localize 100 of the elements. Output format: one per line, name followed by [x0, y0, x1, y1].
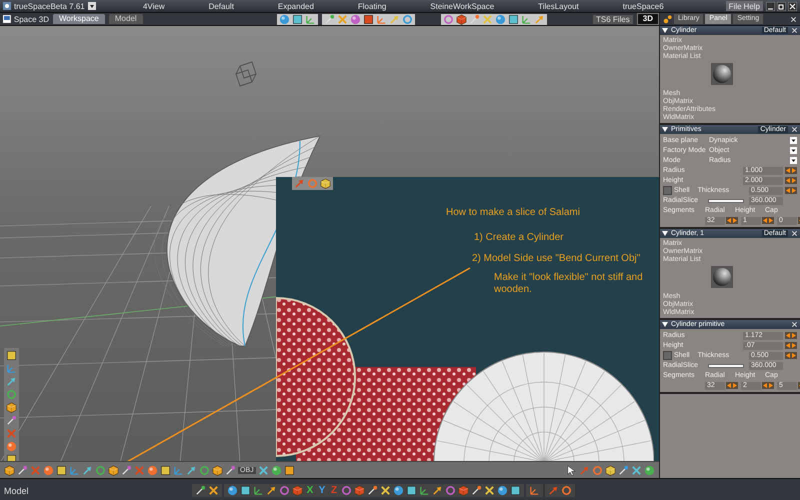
- cube-icon[interactable]: [292, 485, 303, 496]
- axis-button[interactable]: X: [305, 485, 315, 496]
- nodes-icon: [663, 14, 672, 24]
- wand-icon[interactable]: [121, 464, 132, 476]
- stepper-arrows-icon[interactable]: [762, 382, 774, 389]
- shell-checkbox[interactable]: [663, 351, 672, 360]
- cross-icon[interactable]: [482, 14, 493, 24]
- cross-icon[interactable]: [208, 485, 219, 496]
- axis-button[interactable]: Z: [329, 485, 339, 496]
- wand-icon[interactable]: [468, 14, 480, 24]
- minimize-icon[interactable]: [766, 2, 775, 10]
- wand-icon[interactable]: [618, 464, 629, 476]
- dropdown-arrow-icon[interactable]: [790, 147, 797, 154]
- stepper-arrows-icon[interactable]: [785, 332, 797, 339]
- layout-tab[interactable]: Expanded: [278, 2, 314, 10]
- collapse-triangle-icon[interactable]: [662, 28, 668, 33]
- square-icon[interactable]: [160, 464, 171, 476]
- sphere-icon[interactable]: [644, 464, 655, 476]
- sphere-icon[interactable]: [147, 464, 158, 476]
- square-icon[interactable]: [240, 485, 251, 496]
- mode-button[interactable]: 3D: [636, 13, 659, 25]
- cube-icon[interactable]: [605, 464, 616, 476]
- square-icon[interactable]: [56, 464, 67, 476]
- cube-icon[interactable]: [458, 485, 469, 496]
- cross-icon[interactable]: [484, 485, 495, 496]
- dropdown-arrow-icon[interactable]: [790, 157, 797, 164]
- pointer-icon[interactable]: [566, 464, 577, 476]
- stepper-arrows-icon[interactable]: [785, 187, 797, 194]
- layout-tab[interactable]: Default: [208, 2, 234, 10]
- arrow-icon[interactable]: [534, 14, 545, 24]
- app-logo-icon: [3, 2, 11, 10]
- cube-icon[interactable]: [320, 178, 331, 189]
- cross-icon[interactable]: [380, 485, 391, 496]
- stepper-arrows-icon[interactable]: [785, 177, 797, 184]
- sphere-icon[interactable]: [278, 14, 290, 24]
- square-icon[interactable]: [406, 485, 417, 496]
- wand-icon[interactable]: [367, 485, 378, 496]
- cube-icon[interactable]: [108, 464, 119, 476]
- arrow-icon[interactable]: [388, 14, 400, 24]
- wand-icon[interactable]: [225, 464, 236, 476]
- square-icon[interactable]: [362, 14, 374, 24]
- sphere-icon[interactable]: [393, 485, 404, 496]
- collapse-triangle-icon[interactable]: [662, 322, 668, 327]
- dropdown-arrow-icon[interactable]: [88, 2, 96, 10]
- arrow-icon[interactable]: [266, 485, 277, 496]
- collapse-triangle-icon[interactable]: [662, 231, 668, 236]
- close-icon[interactable]: [788, 2, 797, 10]
- wand-icon[interactable]: [17, 464, 28, 476]
- square-icon[interactable]: [284, 464, 295, 476]
- layout-tab[interactable]: Floating: [358, 2, 386, 10]
- stepper-arrows-icon[interactable]: [726, 382, 738, 389]
- cross-icon[interactable]: [336, 14, 348, 24]
- sphere-icon[interactable]: [494, 14, 506, 24]
- layout-tab[interactable]: SteineWorkSpace: [430, 2, 494, 10]
- square-icon[interactable]: [292, 14, 303, 24]
- layout-tab[interactable]: trueSpace6: [622, 2, 664, 10]
- stepper-arrows-icon[interactable]: [785, 352, 797, 359]
- wand-icon[interactable]: [471, 485, 482, 496]
- stepper-arrows-icon[interactable]: [785, 342, 797, 349]
- cube-icon[interactable]: [4, 464, 15, 476]
- ring-icon[interactable]: [442, 14, 454, 24]
- cube-icon[interactable]: [456, 14, 467, 24]
- layout-tab[interactable]: TilesLayout: [538, 2, 579, 10]
- sphere-icon[interactable]: [227, 485, 238, 496]
- axes-icon[interactable]: [520, 14, 532, 24]
- menu-item[interactable]: File: [728, 2, 742, 10]
- axes-icon[interactable]: [253, 485, 264, 496]
- axes-icon[interactable]: [419, 485, 430, 496]
- files-label[interactable]: TS6 Files: [592, 14, 633, 24]
- sphere-icon[interactable]: [43, 464, 54, 476]
- ring-icon[interactable]: [402, 14, 413, 24]
- square-icon[interactable]: [508, 14, 519, 24]
- axes-icon[interactable]: [304, 14, 316, 24]
- shell-checkbox[interactable]: [663, 186, 672, 195]
- axes-icon[interactable]: [529, 485, 540, 496]
- square-icon[interactable]: [6, 350, 17, 361]
- layout-tab[interactable]: 4View: [142, 2, 165, 10]
- view-tab[interactable]: Model: [108, 14, 143, 24]
- arrow-icon[interactable]: [432, 485, 443, 496]
- restore-icon[interactable]: [777, 2, 786, 10]
- ring-icon[interactable]: [561, 485, 572, 496]
- square-icon[interactable]: [510, 485, 521, 496]
- wand-icon[interactable]: [324, 14, 335, 24]
- sphere-icon[interactable]: [350, 14, 361, 24]
- sphere-icon[interactable]: [270, 464, 282, 476]
- collapse-triangle-icon[interactable]: [662, 127, 668, 132]
- cube-icon[interactable]: [6, 402, 17, 413]
- menu-item[interactable]: Help: [744, 2, 760, 10]
- stepper-arrows-icon[interactable]: [762, 217, 774, 224]
- cube-icon[interactable]: [354, 485, 365, 496]
- axis-button[interactable]: Y: [317, 485, 327, 496]
- material-sphere-preview: [711, 266, 733, 288]
- dropdown-arrow-icon[interactable]: [790, 137, 797, 144]
- stepper-arrows-icon[interactable]: [785, 167, 797, 174]
- sphere-icon[interactable]: [497, 485, 508, 496]
- stepper-arrows-icon[interactable]: [726, 217, 738, 224]
- cube-icon[interactable]: [212, 464, 223, 476]
- axes-icon[interactable]: [376, 14, 387, 24]
- view-tab[interactable]: Workspace: [53, 14, 105, 24]
- wand-icon[interactable]: [195, 485, 206, 496]
